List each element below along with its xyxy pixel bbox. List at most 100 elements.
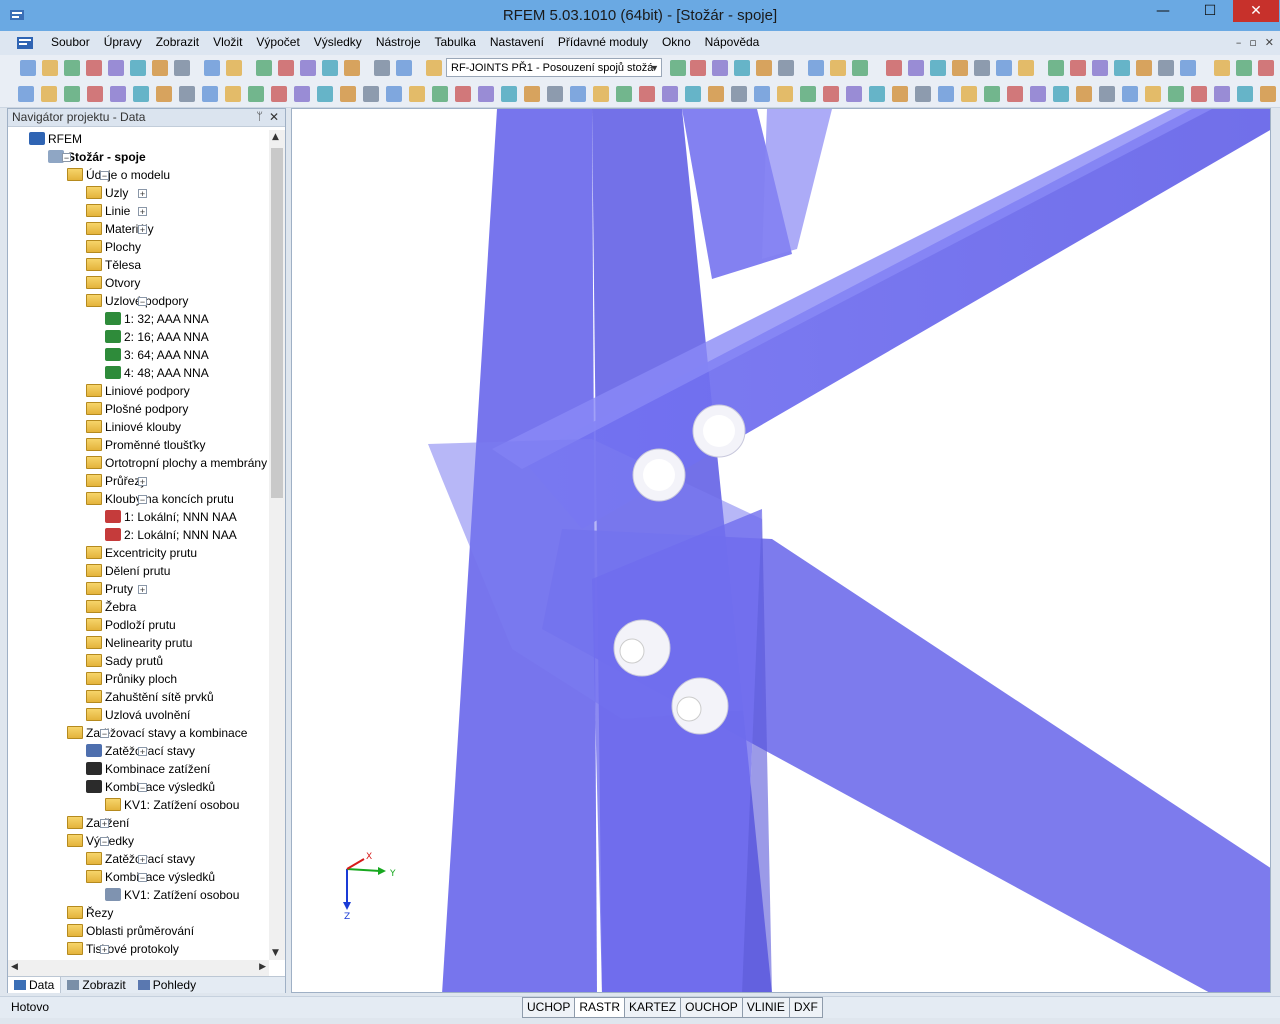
status-toggle-ouchop[interactable]: OUCHOP bbox=[680, 997, 743, 1018]
result-icon[interactable] bbox=[823, 86, 839, 102]
menu-edit[interactable]: Úpravy bbox=[97, 35, 149, 49]
select-icon[interactable] bbox=[930, 60, 946, 76]
redo-icon[interactable] bbox=[830, 60, 846, 76]
support-icon[interactable] bbox=[317, 86, 333, 102]
tree-item[interactable]: + Zatěžovací stavy bbox=[86, 742, 195, 760]
tree-item[interactable]: Zahuštění sítě prvků bbox=[86, 688, 214, 706]
tool-icon[interactable] bbox=[852, 60, 868, 76]
tree-item[interactable]: 1: Lokální; NNN NAA bbox=[105, 508, 237, 526]
node-icon[interactable] bbox=[938, 86, 954, 102]
new-file-icon[interactable] bbox=[712, 60, 728, 76]
node-icon[interactable] bbox=[478, 86, 494, 102]
tree-item[interactable]: − Stožár - spoje bbox=[48, 148, 146, 166]
open-icon[interactable] bbox=[734, 60, 750, 76]
tool-icon[interactable] bbox=[152, 60, 168, 76]
tree-item[interactable]: Kombinace zatížení bbox=[86, 760, 210, 778]
scroll-up-icon[interactable]: ▲ bbox=[272, 132, 279, 142]
collapse-icon[interactable]: − bbox=[138, 783, 147, 793]
tree-item[interactable]: Ortotropní plochy a membrány bbox=[86, 454, 267, 472]
tree-item[interactable]: − Klouby na koncích prutu bbox=[86, 490, 234, 508]
tree-item[interactable]: KV1: Zatížení osobou bbox=[105, 796, 239, 814]
tool-icon[interactable] bbox=[396, 60, 412, 76]
line-icon[interactable] bbox=[731, 86, 747, 102]
zoom-icon[interactable] bbox=[908, 60, 924, 76]
scroll-down-icon[interactable]: ▼ bbox=[272, 948, 279, 958]
menu-window[interactable]: Okno bbox=[655, 35, 698, 49]
save-icon[interactable] bbox=[756, 60, 772, 76]
tree-item[interactable]: Sady prutů bbox=[86, 652, 163, 670]
collapse-icon[interactable]: − bbox=[138, 495, 147, 505]
load-icon[interactable] bbox=[1260, 86, 1276, 102]
select-icon[interactable] bbox=[690, 60, 706, 76]
print-icon[interactable] bbox=[778, 60, 794, 76]
undo-icon[interactable] bbox=[808, 60, 824, 76]
collapse-icon[interactable]: − bbox=[100, 729, 109, 739]
status-toggle-dxf[interactable]: DXF bbox=[788, 997, 823, 1018]
node-icon[interactable] bbox=[248, 86, 264, 102]
tree-item[interactable]: Žebra bbox=[86, 598, 136, 616]
tree-item[interactable]: + Materiály bbox=[86, 220, 154, 238]
redo-icon[interactable] bbox=[374, 60, 390, 76]
display-icon[interactable] bbox=[156, 86, 172, 102]
scrollbar-thumb[interactable] bbox=[271, 148, 283, 498]
menu-insert[interactable]: Vložit bbox=[206, 35, 249, 49]
model-viewport[interactable]: X Y Z bbox=[291, 108, 1271, 993]
load-icon[interactable] bbox=[340, 86, 356, 102]
expand-icon[interactable]: + bbox=[138, 585, 147, 595]
result-icon[interactable] bbox=[593, 86, 609, 102]
node-icon[interactable] bbox=[1168, 86, 1184, 102]
expand-icon[interactable]: + bbox=[138, 477, 147, 487]
support-icon[interactable] bbox=[1007, 86, 1023, 102]
collapse-icon[interactable]: − bbox=[100, 171, 109, 181]
table-icon[interactable] bbox=[1099, 86, 1115, 102]
tree-item[interactable]: Uzlová uvolnění bbox=[86, 706, 190, 724]
tree-item[interactable]: − Uzlové podpory bbox=[86, 292, 188, 310]
tree-item[interactable]: + Linie bbox=[86, 202, 147, 220]
tree-item[interactable]: 2: 16; AAA NNA bbox=[105, 328, 209, 346]
undo-icon[interactable] bbox=[1048, 60, 1064, 76]
support-icon[interactable] bbox=[547, 86, 563, 102]
display-icon[interactable] bbox=[1076, 86, 1092, 102]
save-icon[interactable] bbox=[1236, 60, 1252, 76]
display-icon[interactable] bbox=[386, 86, 402, 102]
zoom-icon[interactable] bbox=[204, 60, 220, 76]
load-icon[interactable] bbox=[800, 86, 816, 102]
expand-icon[interactable]: + bbox=[138, 747, 147, 757]
support-icon[interactable] bbox=[777, 86, 793, 102]
menu-tools[interactable]: Nástroje bbox=[369, 35, 428, 49]
status-toggle-uchop[interactable]: UCHOP bbox=[522, 997, 576, 1018]
expand-icon[interactable]: + bbox=[100, 945, 109, 955]
tab-data[interactable]: Data bbox=[8, 977, 62, 993]
tree-item[interactable]: 4: 48; AAA NNA bbox=[105, 364, 209, 382]
tree-item[interactable]: + Tiskové protokoly bbox=[67, 940, 179, 958]
tree-item[interactable]: − Kombinace výsledků bbox=[86, 778, 215, 796]
view-icon[interactable] bbox=[1114, 60, 1130, 76]
node-icon[interactable] bbox=[708, 86, 724, 102]
render-icon[interactable] bbox=[1145, 86, 1161, 102]
table-icon[interactable] bbox=[869, 86, 885, 102]
tree-item[interactable]: Excentricity prutu bbox=[86, 544, 197, 562]
render-icon[interactable] bbox=[915, 86, 931, 102]
open-icon[interactable] bbox=[1214, 60, 1230, 76]
render-icon[interactable] bbox=[455, 86, 471, 102]
line-icon[interactable] bbox=[501, 86, 517, 102]
menu-calculate[interactable]: Výpočet bbox=[249, 35, 306, 49]
new-file-icon[interactable] bbox=[256, 60, 272, 76]
module-case-select[interactable]: RF-JOINTS PŘ1 - Posouzení spojů stožá ▼ bbox=[446, 58, 662, 77]
print-icon[interactable] bbox=[1258, 60, 1274, 76]
display-icon[interactable] bbox=[846, 86, 862, 102]
menu-table[interactable]: Tabulka bbox=[428, 35, 483, 49]
node-icon[interactable] bbox=[18, 86, 34, 102]
tree-item[interactable]: Otvory bbox=[86, 274, 140, 292]
table-icon[interactable] bbox=[409, 86, 425, 102]
zoom-icon[interactable] bbox=[670, 60, 686, 76]
load-icon[interactable] bbox=[1030, 86, 1046, 102]
tab-views[interactable]: Pohledy bbox=[132, 977, 202, 993]
member-icon[interactable] bbox=[524, 86, 540, 102]
pin-icon[interactable]: ᛘ bbox=[256, 109, 263, 126]
tree-item[interactable]: RFEM bbox=[29, 130, 82, 148]
menu-addons[interactable]: Přídavné moduly bbox=[551, 35, 655, 49]
tree-item[interactable]: Plochy bbox=[86, 238, 141, 256]
render-icon[interactable] bbox=[685, 86, 701, 102]
collapse-icon[interactable]: − bbox=[138, 873, 147, 883]
